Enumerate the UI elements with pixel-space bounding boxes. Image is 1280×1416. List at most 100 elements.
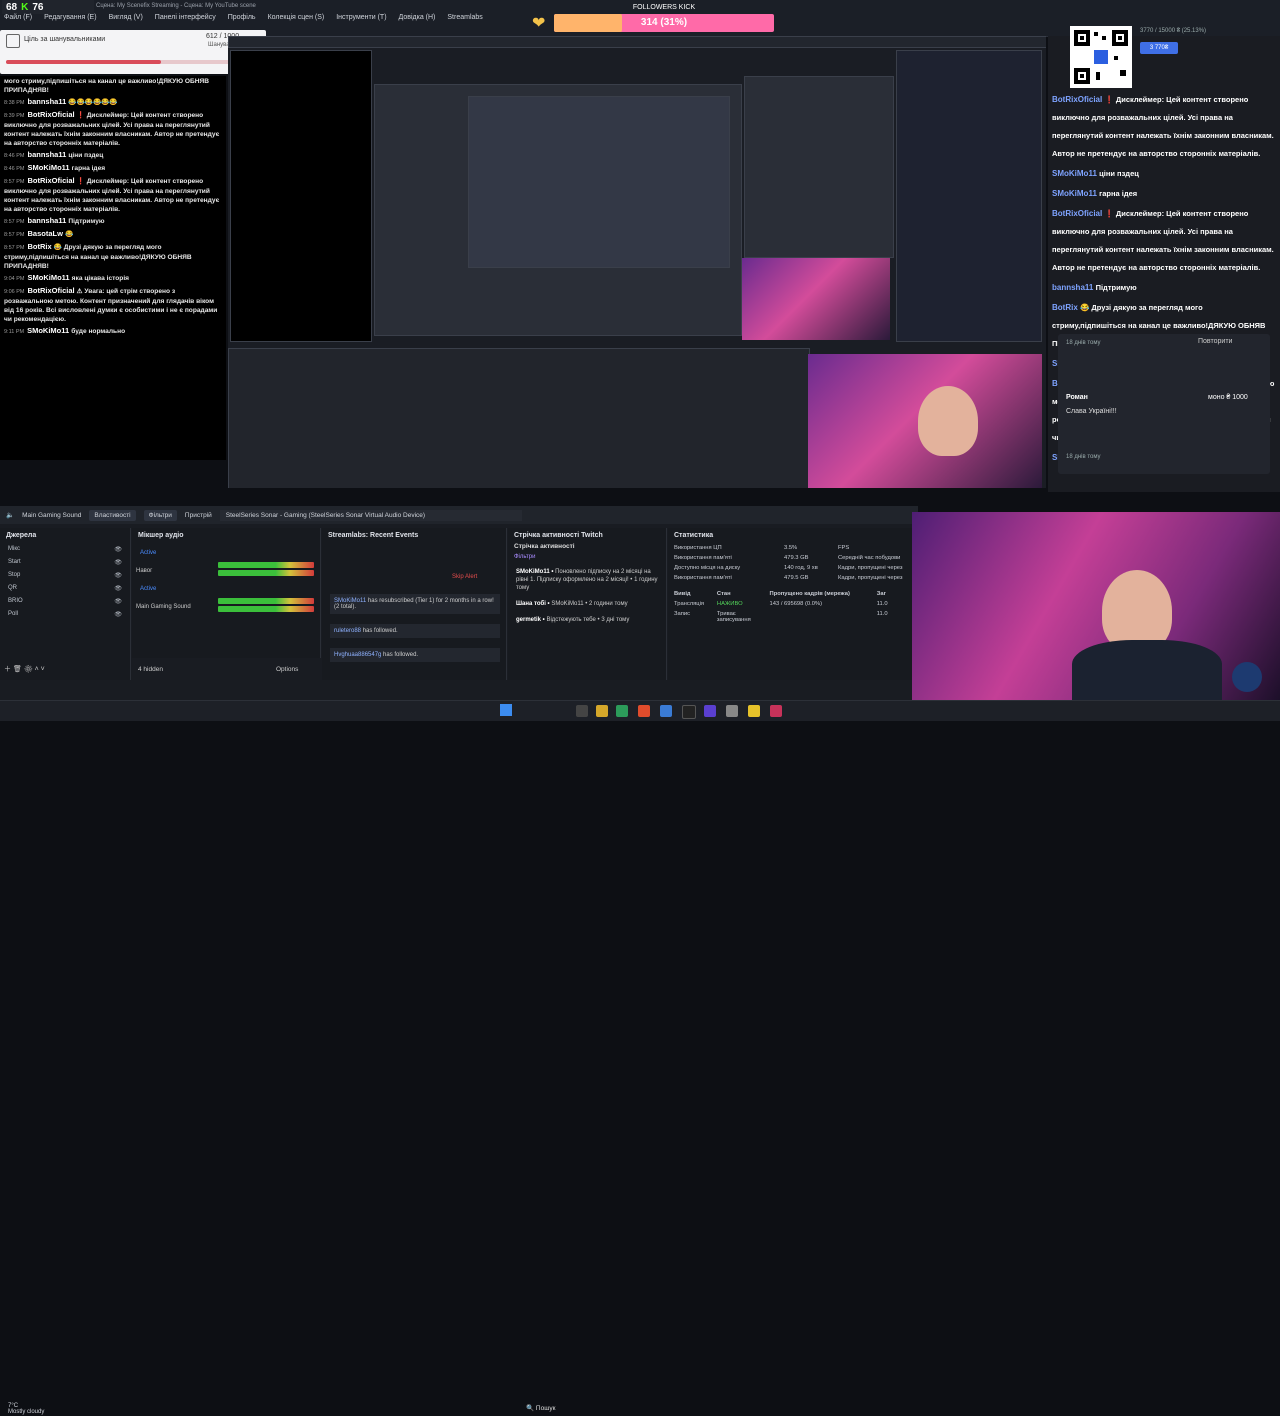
chat-time: 8:46 PM: [4, 153, 25, 159]
visibility-icon[interactable]: 👁: [114, 572, 122, 579]
window-title: Сцена: My Scenefix Streaming - Сцена: My…: [96, 3, 256, 9]
chat-message: 8:38 PM bannsha11 😂😂😂😂😂😂: [0, 96, 226, 109]
chat-text: гарна ідея: [71, 165, 106, 172]
event-text: has followed.: [383, 652, 419, 658]
edge-icon[interactable]: [616, 705, 628, 717]
stats-title: Статистика: [674, 532, 714, 539]
stats-header-cell: Заг: [876, 591, 887, 597]
source-item[interactable]: Stop 👁: [0, 569, 130, 582]
menu-item[interactable]: Редагування (E): [44, 14, 96, 21]
repeat-button[interactable]: Повторити: [1198, 338, 1232, 345]
stats-cell: 11.0: [876, 601, 888, 607]
chat-username: bannsha11: [27, 150, 69, 159]
stats-header-cell: Стан: [716, 591, 731, 597]
source-name: Start: [8, 559, 21, 565]
skip-alert-button[interactable]: Skip Alert: [452, 574, 477, 580]
streamer-face-small: [918, 386, 978, 456]
windows-start-icon[interactable]: [500, 704, 512, 716]
menu-item[interactable]: Інструменти (T): [336, 14, 386, 21]
weather-widget[interactable]: 7°C Mostly cloudy: [8, 1403, 44, 1415]
chat-message: 8:57 PM BotRix 😂 Друзі дякую за перегляд …: [0, 241, 226, 272]
chrome-icon[interactable]: [748, 705, 760, 717]
twitch-activity-dock: Стрічка активності Twitch Стрічка активн…: [508, 528, 667, 680]
source-item[interactable]: Start 👁: [0, 556, 130, 569]
filters-button[interactable]: Фільтри: [143, 509, 177, 521]
taskview-icon[interactable]: [576, 705, 588, 717]
chat-text: буде нормально: [71, 328, 126, 335]
stat-key: Використання пам'яті: [674, 575, 732, 581]
nested-window-2: [468, 96, 730, 268]
chat-time: 8:46 PM: [4, 166, 25, 172]
visibility-icon[interactable]: 👁: [114, 559, 122, 566]
track1-meter-2: [218, 570, 314, 576]
event-item: ruletero88 has followed.: [330, 624, 500, 638]
viewer-counter: 68 K 76: [2, 0, 94, 14]
activity-filter[interactable]: Фільтри: [508, 550, 666, 564]
app3-icon[interactable]: [726, 705, 738, 717]
explorer-icon[interactable]: [596, 705, 608, 717]
source-name: BRIO: [8, 598, 23, 604]
options-button[interactable]: Options: [276, 666, 298, 673]
visibility-icon[interactable]: 👁: [114, 598, 122, 605]
chat-time: 9:06 PM: [4, 289, 25, 295]
source-item[interactable]: BRIO 👁: [0, 595, 130, 608]
menu-item[interactable]: Профіль: [228, 14, 256, 21]
stat-value: 479.5 GB: [784, 575, 809, 581]
device-label: Пристрій: [184, 511, 212, 519]
app4-icon[interactable]: [770, 705, 782, 717]
visibility-icon[interactable]: 👁: [114, 585, 122, 592]
goal-widget: Ціль за шанувальниками 612 / 1000 Шанува…: [0, 30, 266, 74]
track2-meter-2: [218, 606, 314, 612]
audio-source-icon: 🔈: [6, 512, 15, 519]
source-item[interactable]: Мікс 👁: [0, 543, 130, 556]
app2-icon[interactable]: [704, 705, 716, 717]
app-icon[interactable]: [660, 705, 672, 717]
chat-message: 8:39 PM BotRixOficial ❗ Дисклеймер: Цей к…: [0, 109, 226, 149]
track2-status: Active: [140, 586, 157, 592]
chat-text: 😂: [65, 231, 74, 238]
menu-item[interactable]: Панелі інтерфейсу: [155, 14, 216, 21]
source-item[interactable]: Poll 👁: [0, 608, 130, 621]
stats-cell: Триває записування: [716, 611, 751, 623]
menu-item[interactable]: Streamlabs: [447, 14, 482, 21]
twitch-viewers: 68: [6, 1, 18, 13]
chat-time: 8:38 PM: [4, 100, 25, 106]
stat-key-2: Кадри, пропущені через: [838, 575, 903, 581]
chat-text: яка цікава історія: [71, 275, 130, 282]
chat-left: мого стриму,підпишіться на канал це важл…: [0, 76, 226, 460]
stat-key: Використання пам'яті: [674, 555, 732, 561]
activity-user: germetik •: [516, 617, 547, 623]
menu-item[interactable]: Файл (F): [4, 14, 32, 21]
stats-cell: НАЖИВО: [716, 601, 743, 607]
chat-text: гарна ідея: [1099, 189, 1138, 198]
goal-bar-fill: [6, 60, 162, 64]
stat-row: Доступно місця на диску 140 год, 9 хв Кадр…: [668, 563, 912, 573]
menu-item[interactable]: Довідка (H): [399, 14, 436, 21]
chat-time: 8:57 PM: [4, 179, 25, 185]
event-item: SMoKiMo11 has resubscribed (Tier 1) for …: [330, 594, 500, 614]
source-item[interactable]: QR 👁: [0, 582, 130, 595]
visibility-icon[interactable]: 👁: [114, 611, 122, 618]
obs-icon[interactable]: [682, 705, 696, 719]
menu-item[interactable]: Колекція сцен (S): [268, 14, 325, 21]
taskbar-search[interactable]: 🔍 Пошук: [526, 1404, 566, 1416]
donation-button[interactable]: 3 770₴: [1140, 42, 1178, 54]
visibility-icon[interactable]: 👁: [114, 546, 122, 553]
chat-username: bannsha11: [27, 97, 69, 106]
chat-message: 8:46 PM SMoKiMo11 гарна ідея: [0, 162, 226, 175]
chat-username: BotRix: [27, 242, 54, 251]
properties-button[interactable]: Властивості: [89, 509, 136, 521]
chat-time: 8:57 PM: [4, 245, 25, 251]
stats-cell: 11.0: [876, 611, 888, 617]
chat-time: 9:11 PM: [4, 329, 25, 335]
goal-title: Ціль за шанувальниками: [24, 36, 106, 43]
menu-item[interactable]: Вигляд (V): [109, 14, 143, 21]
browser-icon[interactable]: [638, 705, 650, 717]
stats-table-row: Трансляція НАЖИВО 143 / 695698 (0.0%) 11.0: [668, 599, 912, 609]
device-select[interactable]: SteelSeries Sonar - Gaming (SteelSeries …: [219, 509, 522, 521]
stats-cell: [770, 611, 877, 623]
chat-message: bannsha11 Підтримую: [1048, 276, 1280, 296]
stats-table-header: Вивід Стан Пропущено кадрів (мережа) Заг: [668, 589, 912, 599]
chat-text: ціни пздец: [1099, 169, 1139, 178]
chat-username: BotRixOficial: [27, 110, 77, 119]
